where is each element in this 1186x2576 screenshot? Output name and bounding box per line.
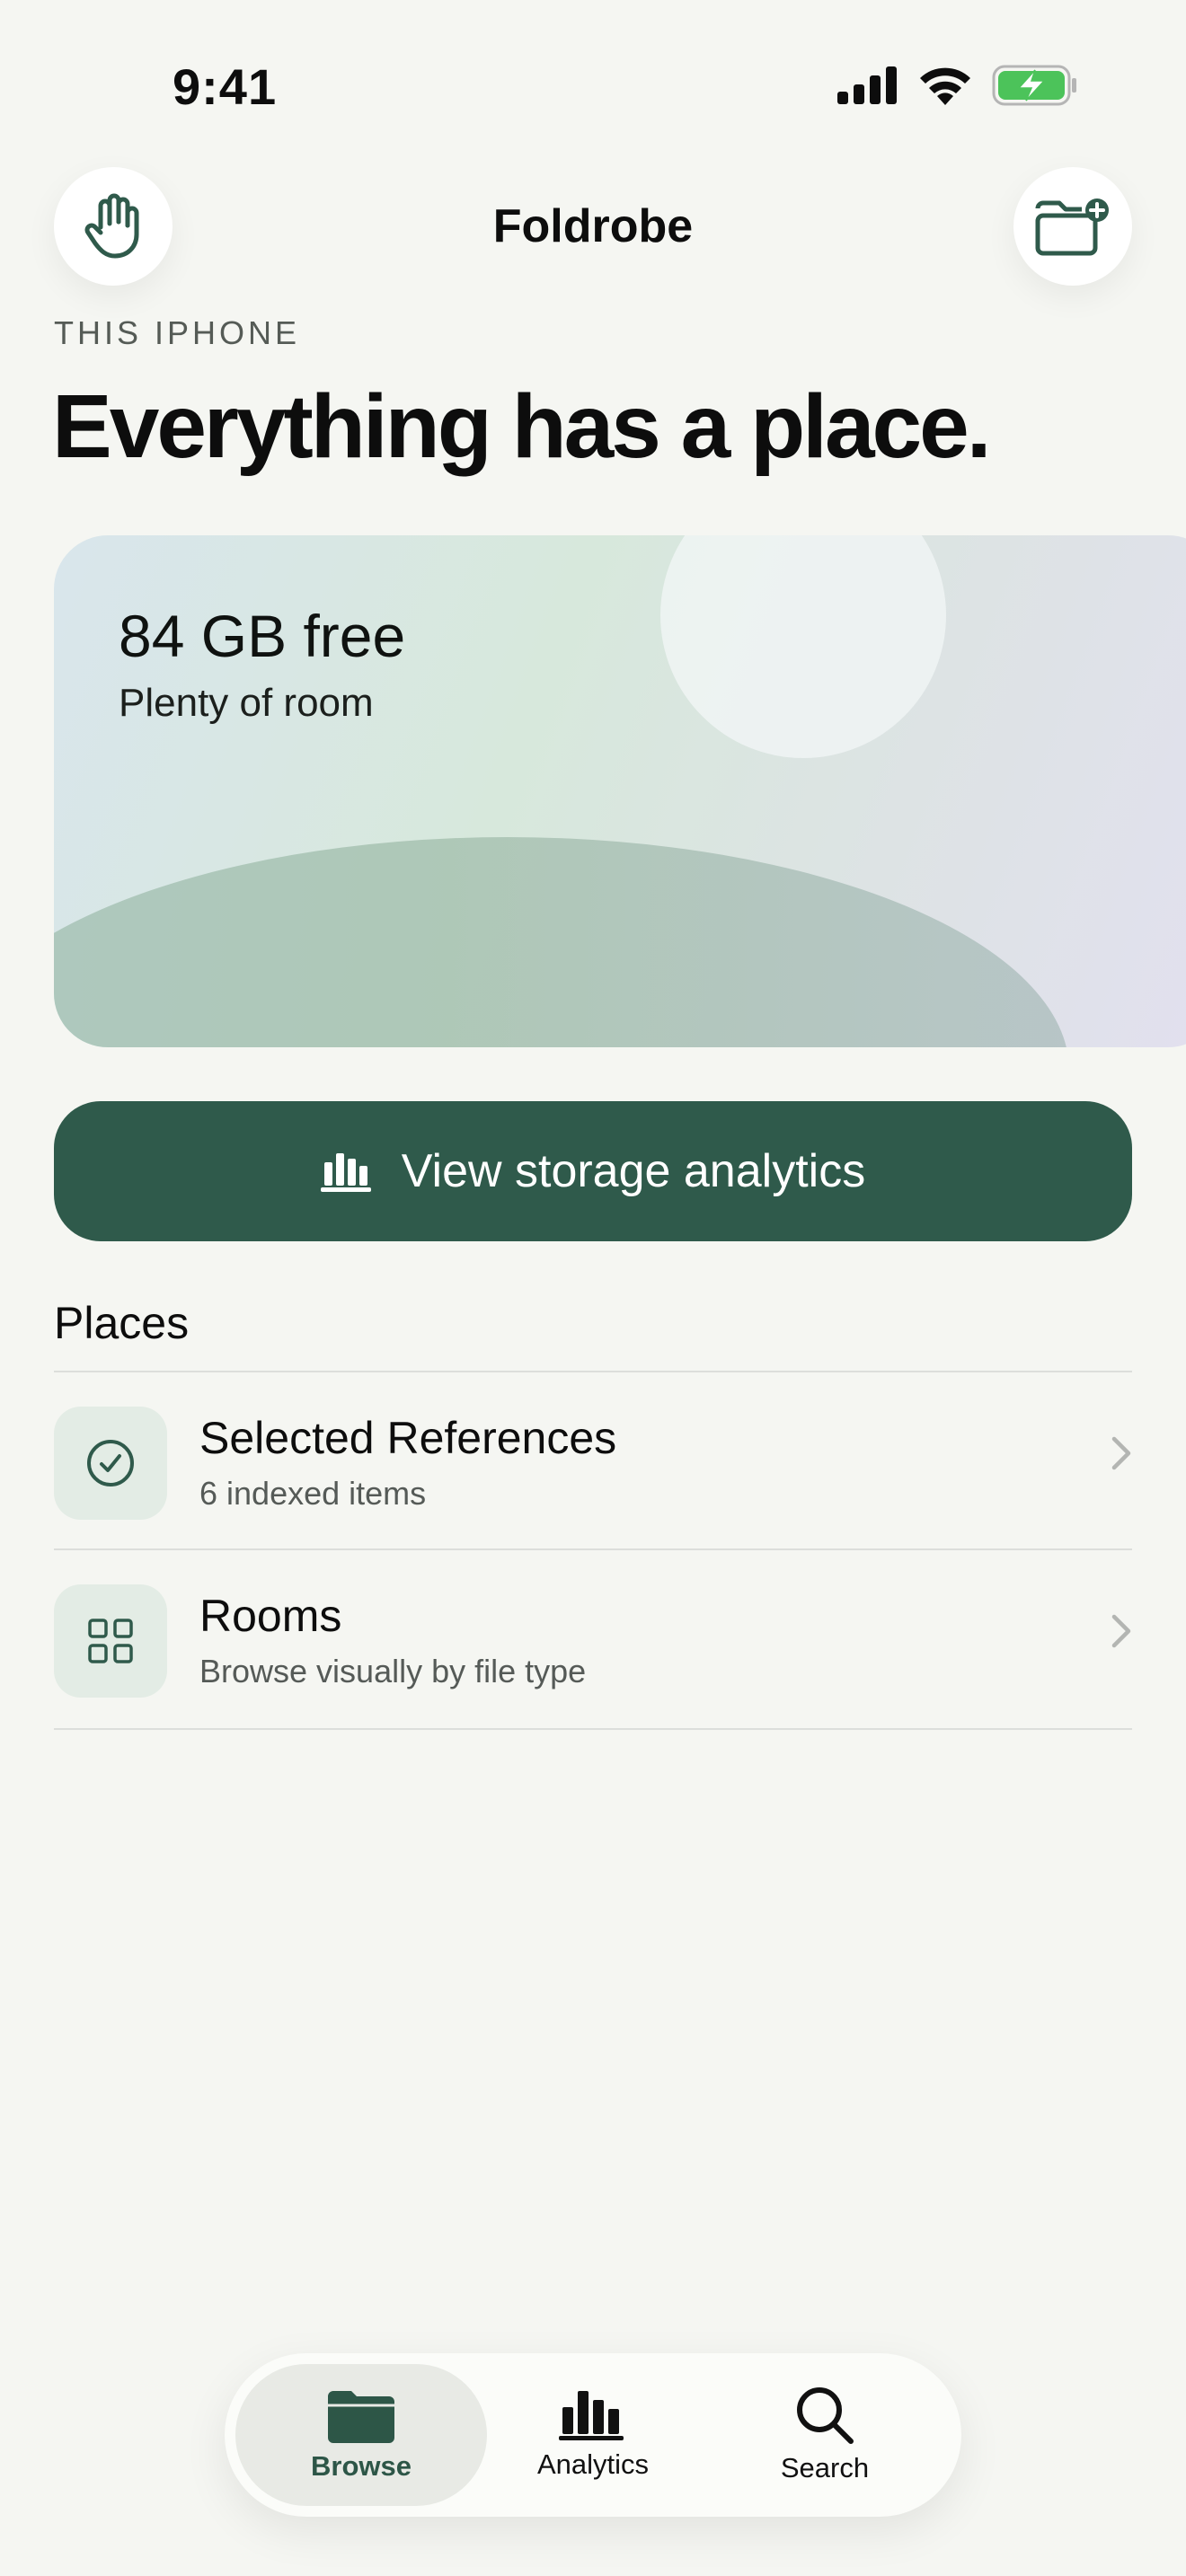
divider — [54, 1728, 1132, 1730]
screen: 9:41 Foldrobe THIS IPHONE Everything has… — [0, 0, 1186, 2576]
chevron-right-icon — [1111, 1614, 1131, 1648]
chevron-right-icon — [1111, 1436, 1131, 1470]
check-circle-icon — [87, 1440, 134, 1486]
place-row-selected-references[interactable]: Selected References 6 indexed items — [54, 1372, 1132, 1548]
folder-add-icon — [1035, 198, 1109, 256]
search-icon — [797, 2387, 854, 2444]
place-title: Rooms — [199, 1591, 342, 1641]
wifi-icon — [920, 67, 970, 105]
device-eyebrow: THIS IPHONE — [54, 314, 301, 351]
bar-chart-icon — [559, 2391, 624, 2440]
card-hill-decoration — [54, 837, 1069, 1047]
tab-analytics[interactable]: Analytics — [467, 2364, 719, 2506]
tab-browse[interactable]: Browse — [235, 2364, 487, 2506]
storage-card: 84 GB free Plenty of room — [54, 535, 1186, 1047]
free-space-subtitle: Plenty of room — [119, 681, 374, 725]
tab-label: Browse — [311, 2450, 412, 2482]
place-subtitle: 6 indexed items — [199, 1475, 427, 1512]
card-sun-decoration — [660, 535, 946, 758]
place-row-rooms[interactable]: Rooms Browse visually by file type — [54, 1550, 1132, 1726]
bar-chart-icon — [320, 1153, 371, 1192]
place-icon-container — [54, 1584, 167, 1698]
place-icon-container — [54, 1407, 167, 1520]
places-section-title: Places — [54, 1298, 190, 1348]
app-title: Foldrobe — [492, 200, 694, 252]
place-title: Selected References — [199, 1413, 617, 1463]
place-subtitle: Browse visually by file type — [199, 1653, 587, 1689]
analytics-button-label: View storage analytics — [401, 1145, 866, 1197]
folder-icon — [328, 2391, 394, 2443]
free-space-label: 84 GB free — [119, 603, 406, 669]
status-time: 9:41 — [173, 58, 278, 115]
view-storage-analytics-button[interactable]: View storage analytics — [54, 1101, 1132, 1241]
tab-label: Search — [780, 2452, 870, 2483]
cellular-signal-icon — [837, 66, 897, 104]
battery-charging-icon — [992, 65, 1076, 106]
grid-icon — [88, 1619, 133, 1663]
tab-search[interactable]: Search — [699, 2364, 951, 2506]
status-icons — [837, 65, 1078, 106]
new-folder-button[interactable] — [1013, 167, 1132, 286]
tab-label: Analytics — [536, 2448, 650, 2480]
tab-bar: Browse Analytics Search — [225, 2353, 961, 2517]
page-headline: Everything has a place. — [52, 376, 992, 477]
